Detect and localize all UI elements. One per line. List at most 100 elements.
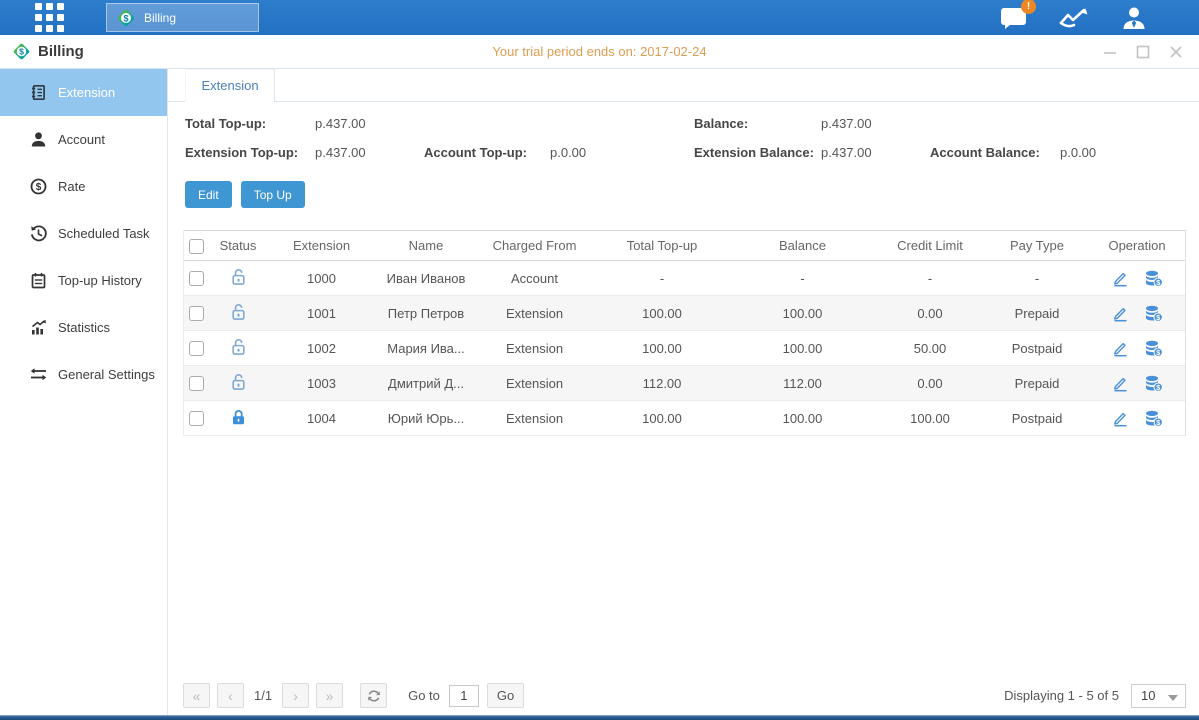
sidebar-item-label: Rate — [58, 179, 85, 194]
cell-total-topup: 100.00 — [592, 306, 732, 321]
table-row: 1003 Дмитрий Д... Extension 112.00 112.0… — [184, 366, 1185, 401]
refresh-button[interactable] — [360, 683, 387, 708]
cell-name: Петр Петров — [375, 306, 477, 321]
edit-button[interactable]: Edit — [185, 181, 232, 208]
cell-balance: - — [732, 271, 873, 286]
refresh-icon — [367, 689, 381, 703]
col-status: Status — [208, 238, 268, 253]
edit-row-icon[interactable] — [1112, 340, 1129, 357]
table-body: 1000 Иван Иванов Account - - - - — [184, 261, 1185, 436]
sidebar: Extension Account $ Rate Scheduled Task — [0, 69, 168, 715]
top-up-row-icon[interactable]: $ — [1144, 340, 1163, 357]
sliders-arrows-icon — [30, 366, 47, 383]
balance-label: Balance: — [694, 116, 821, 131]
cell-extension: 1000 — [268, 271, 375, 286]
edit-row-icon[interactable] — [1112, 375, 1129, 392]
status-cell — [208, 303, 268, 324]
minimize-button[interactable] — [1103, 45, 1117, 59]
cell-credit-limit: 0.00 — [873, 376, 987, 391]
select-all-checkbox[interactable] — [189, 239, 204, 254]
close-button[interactable] — [1169, 45, 1183, 59]
col-name: Name — [375, 238, 477, 253]
account-topup-value: p.0.00 — [550, 145, 694, 160]
notifications-chat-icon[interactable]: ! — [1000, 6, 1027, 30]
top-up-row-icon[interactable]: $ — [1144, 410, 1163, 427]
page-size-select[interactable]: 10 — [1131, 684, 1186, 708]
row-checkbox[interactable] — [189, 306, 204, 321]
locked-icon — [230, 408, 247, 426]
status-cell — [208, 373, 268, 394]
taskbar-item-label: Billing — [144, 11, 176, 25]
sidebar-item-scheduled-task[interactable]: Scheduled Task — [0, 210, 167, 257]
user-account-icon[interactable] — [1121, 6, 1147, 30]
goto-page-input[interactable] — [449, 685, 479, 707]
row-checkbox[interactable] — [189, 411, 204, 426]
sidebar-item-label: Statistics — [58, 320, 110, 335]
sidebar-item-extension[interactable]: Extension — [0, 69, 167, 116]
unlocked-icon — [230, 338, 247, 356]
row-checkbox[interactable] — [189, 271, 204, 286]
account-topup-label: Account Top-up: — [424, 145, 550, 160]
top-up-row-icon[interactable]: $ — [1144, 270, 1163, 287]
status-cell — [208, 338, 268, 359]
display-info: Displaying 1 - 5 of 5 — [1004, 688, 1119, 703]
table-row: 1000 Иван Иванов Account - - - - — [184, 261, 1185, 296]
status-cell — [208, 408, 268, 429]
cell-extension: 1003 — [268, 376, 375, 391]
cell-charged-from: Extension — [477, 306, 592, 321]
cell-pay-type: Prepaid — [987, 376, 1087, 391]
resource-monitor-icon[interactable] — [1059, 7, 1089, 29]
window-title-text: Billing — [38, 43, 84, 60]
next-page-button[interactable]: › — [282, 683, 309, 708]
page-indicator: 1/1 — [254, 688, 272, 703]
cell-name: Дмитрий Д... — [375, 376, 477, 391]
top-up-row-icon[interactable]: $ — [1144, 305, 1163, 322]
cell-credit-limit: 50.00 — [873, 341, 987, 356]
cell-balance: 100.00 — [732, 341, 873, 356]
unlocked-icon — [230, 303, 247, 321]
first-page-button[interactable]: « — [183, 683, 210, 708]
summary-panel: Total Top-up: p.437.00 Balance: p.437.00… — [168, 102, 1199, 160]
window-bottom-edge — [0, 715, 1199, 720]
top-up-button[interactable]: Top Up — [241, 181, 305, 208]
edit-row-icon[interactable] — [1112, 270, 1129, 287]
col-pay-type: Pay Type — [987, 238, 1087, 253]
table-row: 1004 Юрий Юрь... Extension 100.00 100.00… — [184, 401, 1185, 436]
col-credit-limit: Credit Limit — [873, 238, 987, 253]
status-cell — [208, 268, 268, 289]
edit-row-icon[interactable] — [1112, 410, 1129, 427]
sidebar-item-rate[interactable]: $ Rate — [0, 163, 167, 210]
cell-credit-limit: 100.00 — [873, 411, 987, 426]
sidebar-item-topup-history[interactable]: Top-up History — [0, 257, 167, 304]
maximize-button[interactable] — [1136, 45, 1150, 59]
sidebar-item-statistics[interactable]: Statistics — [0, 304, 167, 351]
row-checkbox[interactable] — [189, 376, 204, 391]
table-header-row: Status Extension Name Charged From Total… — [184, 230, 1185, 261]
billing-app-icon: $ — [12, 42, 31, 61]
col-operation: Operation — [1087, 238, 1187, 253]
sidebar-item-account[interactable]: Account — [0, 116, 167, 163]
cell-total-topup: 100.00 — [592, 411, 732, 426]
extension-table: Status Extension Name Charged From Total… — [183, 230, 1186, 436]
cell-charged-from: Account — [477, 271, 592, 286]
top-up-row-icon[interactable]: $ — [1144, 375, 1163, 392]
prev-page-button[interactable]: ‹ — [217, 683, 244, 708]
cell-pay-type: Prepaid — [987, 306, 1087, 321]
last-page-button[interactable]: » — [316, 683, 343, 708]
row-checkbox[interactable] — [189, 341, 204, 356]
tab-extension[interactable]: Extension — [185, 69, 275, 102]
cell-balance: 100.00 — [732, 306, 873, 321]
content-panel: Extension Total Top-up: p.437.00 Balance… — [168, 69, 1199, 715]
table-row: 1002 Мария Ива... Extension 100.00 100.0… — [184, 331, 1185, 366]
sidebar-item-general-settings[interactable]: General Settings — [0, 351, 167, 398]
extension-balance-value: p.437.00 — [821, 145, 930, 160]
extension-balance-label: Extension Balance: — [694, 145, 821, 160]
tabstrip: Extension — [168, 69, 1199, 102]
edit-row-icon[interactable] — [1112, 305, 1129, 322]
apps-grid-icon[interactable] — [35, 3, 64, 32]
svg-text:$: $ — [19, 47, 24, 57]
taskbar-item-billing[interactable]: $ Billing — [106, 3, 259, 32]
notebook-icon — [30, 272, 47, 289]
go-button[interactable]: Go — [487, 683, 524, 708]
col-charged-from: Charged From — [477, 238, 592, 253]
